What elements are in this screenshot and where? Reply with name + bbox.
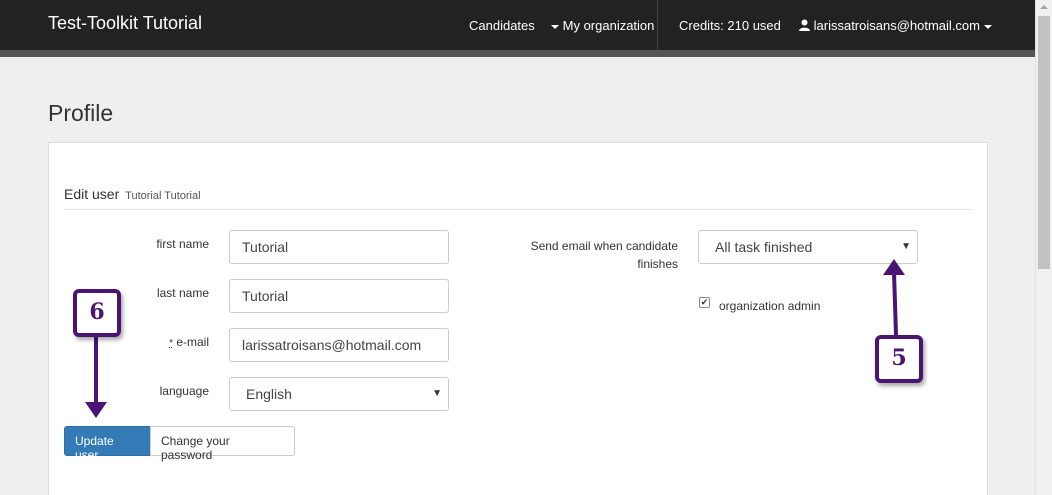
nav-candidates[interactable]: Candidates	[469, 18, 535, 33]
navbar-bottom-strip	[0, 50, 1035, 57]
user-email-label: larissatroisans@hotmail.com	[813, 18, 980, 33]
email-label: * e-mail	[120, 335, 209, 349]
send-email-select[interactable]: All task finished ▼	[698, 230, 918, 264]
vertical-scrollbar[interactable]	[1035, 0, 1052, 495]
section-divider	[64, 209, 972, 210]
user-icon	[799, 19, 810, 31]
callout-6-badge: 6	[73, 289, 121, 337]
caret-down-icon	[551, 24, 559, 29]
nav-my-organization[interactable]: My organization	[551, 18, 654, 33]
email-label-text: e-mail	[176, 335, 209, 349]
top-navbar: Test-Toolkit Tutorial Candidates My orga…	[0, 0, 1035, 50]
change-password-button[interactable]: Change your password	[150, 426, 295, 462]
language-select-value: English	[246, 386, 292, 402]
first-name-label: first name	[156, 237, 209, 251]
edit-user-heading-text: Edit user	[64, 186, 120, 202]
page-title: Profile	[48, 100, 114, 126]
nav-user-menu[interactable]: larissatroisans@hotmail.com	[799, 18, 992, 33]
nav-divider	[657, 0, 658, 50]
edit-user-heading: Edit user Tutorial Tutorial	[64, 186, 201, 202]
nav-credits: Credits: 210 used	[679, 18, 781, 33]
send-email-select-value: All task finished	[715, 239, 813, 255]
brand-title[interactable]: Test-Toolkit Tutorial	[48, 13, 202, 34]
callout-5-badge: 5	[875, 335, 923, 383]
last-name-label: last name	[156, 286, 209, 300]
organization-admin-checkbox[interactable]: ✔	[699, 297, 710, 308]
send-email-label-line1: Send email when candidate	[530, 239, 678, 253]
organization-admin-label: organization admin	[719, 299, 821, 313]
scroll-up-arrow-icon[interactable]	[1040, 5, 1048, 9]
caret-down-icon	[983, 24, 992, 29]
select-arrow-icon: ▼	[901, 241, 911, 252]
edit-user-heading-sub: Tutorial Tutorial	[125, 190, 201, 202]
send-email-label: Send email when candidate finishes	[490, 237, 678, 273]
email-input[interactable]: larissatroisans@hotmail.com	[229, 328, 449, 362]
nav-my-organization-label: My organization	[562, 18, 655, 33]
first-name-input[interactable]: Tutorial	[229, 230, 449, 264]
language-select[interactable]: English ▼	[229, 377, 449, 411]
select-arrow-icon: ▼	[432, 388, 442, 399]
language-label: language	[159, 384, 209, 398]
scroll-thumb[interactable]	[1038, 16, 1050, 269]
update-user-button[interactable]: Update user	[64, 426, 151, 462]
send-email-label-line2: finishes	[637, 257, 678, 271]
last-name-input[interactable]: Tutorial	[229, 279, 449, 313]
required-mark: *	[169, 338, 173, 349]
